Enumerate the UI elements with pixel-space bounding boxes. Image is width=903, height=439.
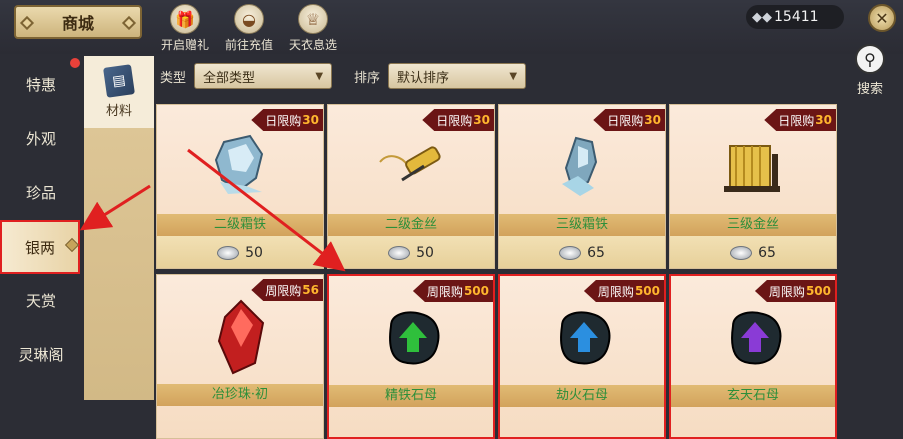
item-name: 玄天石母 — [671, 385, 835, 407]
silver-coin-icon — [559, 246, 582, 260]
sort-value: 默认排序 — [397, 70, 450, 86]
price-button[interactable]: 50 — [328, 236, 494, 268]
gold-thread-icon — [372, 127, 452, 207]
search-icon: ⚲ — [855, 44, 885, 74]
item-card[interactable]: 日限购 30 二级霜铁 50 — [156, 104, 324, 269]
chevron-down-icon: ▼ — [509, 70, 518, 82]
price-button[interactable]: 65 — [499, 236, 665, 268]
gold-ingot-icon: ◒ — [234, 4, 264, 34]
outfit-select-button-label: 天衣息选 — [288, 38, 337, 52]
limit-number: 30 — [644, 113, 661, 127]
filter-bar: 类型 全部类型 ▼ 排序 默认排序 ▼ — [160, 62, 527, 90]
currency-value: 15411 — [774, 9, 819, 25]
shop-title-text: 商城 — [61, 14, 94, 33]
search-button[interactable]: ⚲ 搜索 — [852, 44, 888, 97]
top-bar: 商城 🎁 开启赠礼 ◒ 前往充值 ♕ 天衣息选 ◆◆ 15411 ✕ — [0, 0, 903, 54]
recharge-button-label: 前往充值 — [224, 38, 273, 52]
limit-number: 30 — [815, 113, 832, 127]
sidebar-item-appearance[interactable]: 外观 — [6, 116, 76, 160]
tab-materials[interactable]: ▤ 材料 — [84, 56, 154, 128]
price-button[interactable]: 50 — [157, 236, 323, 268]
limit-number: 56 — [302, 283, 319, 297]
book-icon: ▤ — [103, 64, 135, 98]
silver-coin-icon — [730, 246, 753, 260]
item-name: 三级金丝 — [670, 214, 836, 236]
green-arrow-stone-icon — [373, 298, 453, 378]
limit-text: 周限购 — [426, 284, 463, 299]
recharge-button[interactable]: ◒ 前往充值 — [216, 4, 282, 52]
item-name: 二级金丝 — [328, 214, 494, 236]
frost-iron-icon — [543, 127, 623, 207]
limit-number: 500 — [463, 284, 489, 298]
item-price: 65 — [587, 245, 605, 261]
sidebar: 特惠 外观 珍品 银两 天赏 灵琳阁 — [0, 56, 80, 400]
sidebar-item-treasures[interactable]: 珍品 — [6, 170, 76, 214]
price-button[interactable]: 65 — [670, 236, 836, 268]
frost-iron-icon — [201, 127, 281, 207]
chevron-down-icon: ▼ — [315, 70, 324, 82]
category-column: ▤ 材料 — [84, 56, 154, 400]
limit-number: 30 — [302, 113, 319, 127]
item-name: 三级霜铁 — [499, 214, 665, 236]
shop-title: 商城 — [14, 5, 142, 39]
sidebar-item-special-offers[interactable]: 特惠 — [6, 62, 76, 106]
sidebar-item-linglin-pavilion[interactable]: 灵琳阁 — [6, 332, 76, 376]
type-filter-value: 全部类型 — [203, 70, 256, 86]
gold-thread-icon — [714, 127, 794, 207]
sidebar-item-label: 珍品 — [25, 183, 56, 202]
item-name: 二级霜铁 — [157, 214, 323, 236]
limit-number: 500 — [634, 284, 660, 298]
sort-filter-label: 排序 — [354, 70, 381, 86]
robe-icon: ♕ — [298, 4, 328, 34]
type-filter-label: 类型 — [160, 70, 187, 86]
red-crystal-icon — [201, 297, 281, 377]
silver-coin-icon — [388, 246, 411, 260]
item-name: 劫火石母 — [500, 385, 664, 407]
limit-number: 500 — [805, 284, 831, 298]
item-price: 65 — [758, 245, 776, 261]
sort-dropdown[interactable]: 默认排序 ▼ — [388, 63, 527, 89]
ornament-icon — [19, 15, 35, 31]
item-card[interactable]: 日限购 30 三级霜铁 65 — [498, 104, 666, 269]
item-card[interactable]: 周限购 500 玄天石母 — [669, 274, 837, 439]
item-card[interactable]: 日限购 30 二级金丝 50 — [327, 104, 495, 269]
item-card[interactable]: 周限购 500 精铁石母 — [327, 274, 495, 439]
type-filter-dropdown[interactable]: 全部类型 ▼ — [194, 63, 333, 89]
gift-icon: 🎁 — [170, 4, 200, 34]
sidebar-item-tianshang[interactable]: 天赏 — [6, 278, 76, 322]
limit-text: 日限购 — [436, 113, 473, 128]
limit-number: 30 — [473, 113, 490, 127]
tab-materials-label: 材料 — [105, 104, 132, 119]
limit-text: 周限购 — [768, 284, 805, 299]
blue-arrow-stone-icon — [544, 298, 624, 378]
item-price: 50 — [416, 245, 434, 261]
close-button[interactable]: ✕ — [868, 4, 896, 32]
ornament-icon — [121, 15, 137, 31]
limit-text: 日限购 — [607, 113, 644, 128]
currency-display: ◆◆ 15411 — [746, 5, 844, 29]
limit-text: 日限购 — [265, 113, 302, 128]
sidebar-item-label: 天赏 — [25, 291, 56, 310]
item-name: 冶珍珠·初 — [157, 384, 323, 406]
gift-button[interactable]: 🎁 开启赠礼 — [152, 4, 218, 52]
purple-arrow-stone-icon — [715, 298, 795, 378]
silver-coin-icon — [217, 246, 240, 260]
sidebar-item-label: 银两 — [24, 238, 55, 257]
item-card[interactable]: 周限购 500 劫火石母 — [498, 274, 666, 439]
search-label: 搜索 — [856, 82, 883, 97]
item-name: 精铁石母 — [329, 385, 493, 407]
item-card[interactable]: 周限购 56 冶珍珠·初 — [156, 274, 324, 439]
gift-button-label: 开启赠礼 — [160, 38, 209, 52]
sidebar-item-label: 特惠 — [25, 75, 56, 94]
item-card[interactable]: 日限购 30 三级金丝 65 — [669, 104, 837, 269]
outfit-select-button[interactable]: ♕ 天衣息选 — [280, 4, 346, 52]
sidebar-item-label: 外观 — [25, 129, 56, 148]
limit-text: 周限购 — [597, 284, 634, 299]
sidebar-item-label: 灵琳阁 — [18, 345, 64, 364]
silver-ingot-icon: ◆◆ — [752, 9, 772, 25]
limit-text: 日限购 — [778, 113, 815, 128]
item-price: 50 — [245, 245, 263, 261]
limit-text: 周限购 — [265, 283, 302, 298]
close-icon: ✕ — [875, 8, 889, 28]
